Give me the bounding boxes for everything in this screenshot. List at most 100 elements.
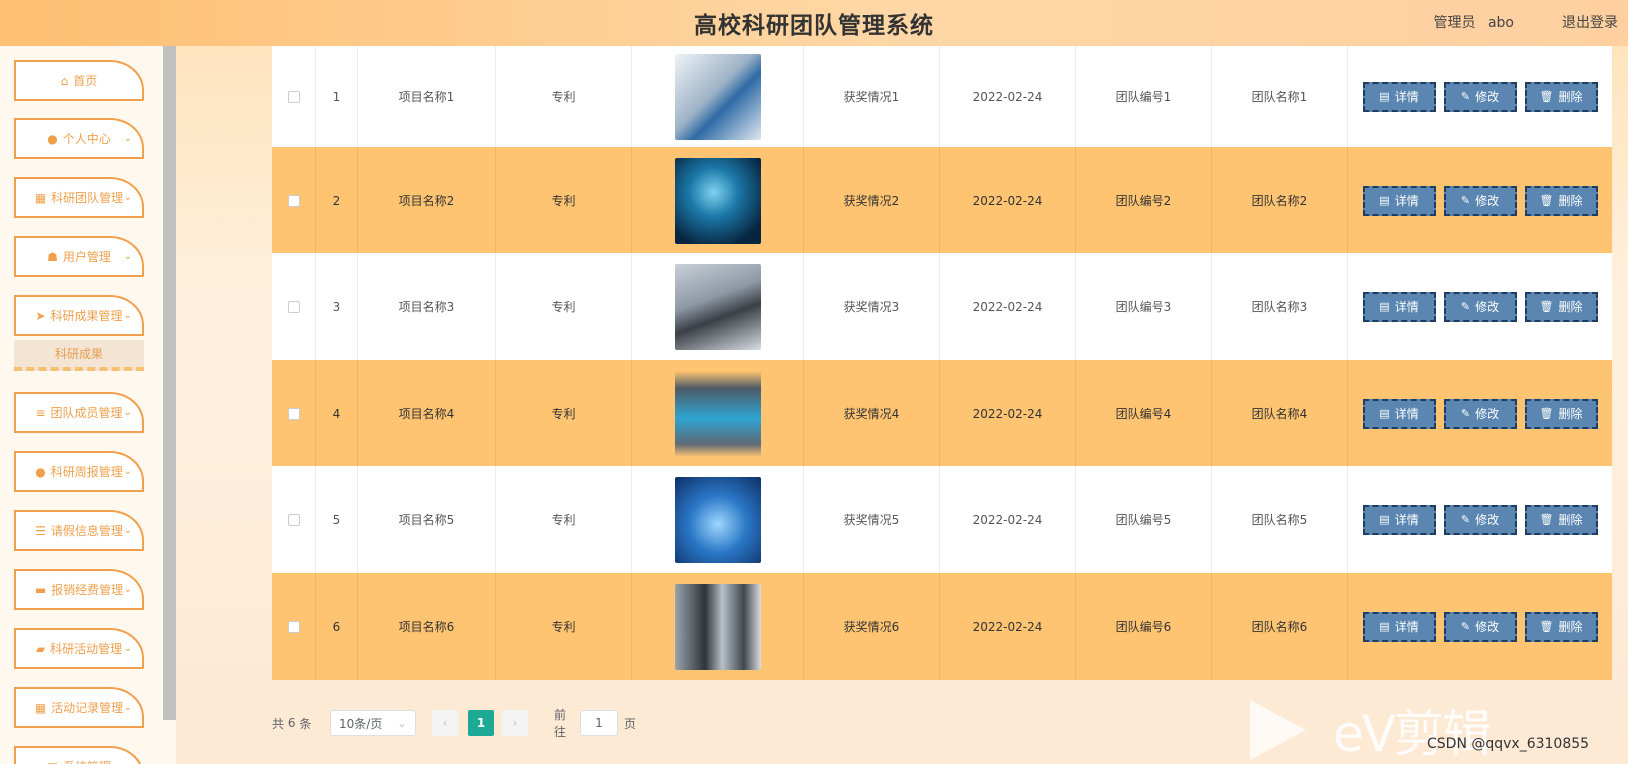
actions-cell: ▤ 详情 ✎ 修改 🗑 删除 [1348, 466, 1612, 573]
sidebar-item[interactable]: ≡ 团队成员管理 ⌄ [14, 392, 144, 433]
sidebar-item[interactable]: ▰ 科研活动管理 ⌄ [14, 628, 144, 669]
detail-button[interactable]: ▤ 详情 [1362, 398, 1436, 429]
goto-page-input[interactable]: 1 [580, 710, 618, 736]
document-icon: ▤ [1379, 194, 1390, 207]
chat-icon: ▰ [35, 641, 46, 656]
detail-button[interactable]: ▤ 详情 [1362, 291, 1436, 322]
project-image [674, 53, 761, 140]
sidebar-item-label: 科研周报管理 [50, 465, 123, 479]
sidebar-item-label: 科研活动管理 [50, 642, 123, 656]
page-number-current[interactable]: 1 [468, 710, 494, 736]
edit-button[interactable]: ✎ 修改 [1443, 185, 1517, 216]
document-icon: ▤ [1379, 90, 1390, 103]
detail-button-label: 详情 [1394, 407, 1419, 421]
sidebar-item[interactable]: ➤ 科研成果管理 ⌄ [14, 295, 144, 336]
sidebar-item[interactable]: ▬ 报销经费管理 ⌄ [14, 569, 144, 610]
sidebar-item[interactable]: ● 个人中心 ⌄ [14, 118, 144, 159]
row-checkbox[interactable] [287, 90, 300, 103]
sidebar-item[interactable]: ⌂ 首页 [14, 60, 144, 101]
delete-button[interactable]: 🗑 删除 [1524, 291, 1598, 322]
sidebar-item-label: 用户管理 [62, 250, 111, 264]
grid-icon: ▦ [34, 190, 47, 205]
row-checkbox[interactable] [287, 513, 300, 526]
next-page-button[interactable]: › [502, 710, 528, 736]
watermark-text: eV剪辑 [1333, 705, 1492, 763]
image-cell [632, 46, 804, 147]
list-icon: ≡ [35, 405, 46, 420]
chevron-down-icon: ⌄ [123, 407, 132, 418]
delete-button-label: 删除 [1558, 194, 1583, 208]
select-cell [272, 573, 316, 680]
prev-page-button[interactable]: ‹ [432, 710, 458, 736]
cell-date: 2022-02-24 [940, 253, 1076, 360]
page-size-select[interactable]: 10条/页 ⌄ [330, 710, 416, 736]
document-icon: ▤ [1379, 300, 1390, 313]
table-row: 5 项目名称5 专利 获奖情况5 2022-02-24 团队编号5 团队名称5 ▤ 详情 ✎ 修改 🗑… [272, 466, 1612, 573]
cell-type: 专利 [496, 46, 632, 147]
cell-type: 专利 [496, 573, 632, 680]
cell-name: 项目名称6 [358, 573, 496, 680]
sidebar-item[interactable]: ☰ 请假信息管理 ⌄ [14, 510, 144, 551]
edit-icon: ✎ [1460, 194, 1471, 207]
chevron-down-icon: ⌄ [123, 133, 132, 144]
username: abo [1487, 15, 1514, 31]
sidebar-item[interactable]: ▦ 活动记录管理 ⌄ [14, 687, 144, 728]
detail-button[interactable]: ▤ 详情 [1362, 81, 1436, 112]
detail-button[interactable]: ▤ 详情 [1362, 504, 1436, 535]
detail-button[interactable]: ▤ 详情 [1362, 185, 1436, 216]
submenu-item-research-results[interactable]: 科研成果 [14, 340, 144, 371]
edit-icon: ✎ [1460, 90, 1471, 103]
detail-button[interactable]: ▤ 详情 [1362, 611, 1436, 642]
select-cell [272, 147, 316, 254]
delete-button[interactable]: 🗑 删除 [1524, 504, 1598, 535]
cell-index: 1 [316, 46, 358, 147]
edit-button[interactable]: ✎ 修改 [1443, 398, 1517, 429]
cell-team-name: 团队名称2 [1212, 147, 1348, 254]
ticket-icon: ▬ [34, 582, 47, 597]
sidebar-item[interactable]: ▦ 科研团队管理 ⌄ [14, 177, 144, 218]
delete-button[interactable]: 🗑 删除 [1524, 611, 1598, 642]
cell-team-no: 团队编号2 [1076, 147, 1212, 254]
edit-button[interactable]: ✎ 修改 [1443, 81, 1517, 112]
sidebar-item[interactable]: ▦系统管理⌄ [14, 746, 144, 764]
row-checkbox[interactable] [287, 194, 300, 207]
cell-award: 获奖情况5 [804, 466, 940, 573]
edit-button[interactable]: ✎ 修改 [1443, 611, 1517, 642]
cell-date: 2022-02-24 [940, 147, 1076, 254]
edit-button-label: 修改 [1475, 90, 1500, 104]
goto-suffix: 页 [624, 716, 637, 731]
chevron-down-icon: ⌄ [123, 192, 132, 203]
delete-button[interactable]: 🗑 删除 [1524, 398, 1598, 429]
edit-button[interactable]: ✎ 修改 [1443, 291, 1517, 322]
sidebar-scrollbar[interactable] [163, 46, 176, 720]
sidebar-item-label: 活动记录管理 [51, 701, 124, 715]
sidebar-item-label: 请假信息管理 [50, 524, 123, 538]
table-row: 4 项目名称4 专利 获奖情况4 2022-02-24 团队编号4 团队名称4 ▤ 详情 ✎ 修改 🗑… [272, 360, 1612, 467]
row-checkbox[interactable] [287, 620, 300, 633]
delete-button[interactable]: 🗑 删除 [1524, 81, 1598, 112]
play-logo-icon [1250, 700, 1306, 760]
edit-icon: ✎ [1460, 513, 1471, 526]
document-icon: ▤ [1379, 407, 1390, 420]
sidebar-item[interactable]: ● 科研周报管理 ⌄ [14, 451, 144, 492]
cell-date: 2022-02-24 [940, 573, 1076, 680]
delete-button[interactable]: 🗑 删除 [1524, 185, 1598, 216]
row-checkbox[interactable] [287, 407, 300, 420]
project-image [674, 583, 761, 670]
sidebar-item-label: 个人中心 [62, 132, 111, 146]
sidebar-item[interactable]: ☗ 用户管理 ⌄ [14, 236, 144, 277]
cell-type: 专利 [496, 147, 632, 254]
actions-cell: ▤ 详情 ✎ 修改 🗑 删除 [1348, 46, 1612, 147]
edit-button-label: 修改 [1475, 194, 1500, 208]
cell-name: 项目名称3 [358, 253, 496, 360]
project-image [674, 476, 761, 563]
data-table: 1 项目名称1 专利 获奖情况1 2022-02-24 团队编号1 团队名称1 ▤ 详情 ✎ 修改 🗑… [272, 46, 1612, 704]
cell-award: 获奖情况3 [804, 253, 940, 360]
sidebar-item-label: 科研团队管理 [51, 191, 124, 205]
row-checkbox[interactable] [287, 300, 300, 313]
logout-link[interactable]: 退出登录 [1562, 12, 1618, 32]
project-image [674, 263, 761, 350]
edit-button[interactable]: ✎ 修改 [1443, 504, 1517, 535]
cell-award: 获奖情况1 [804, 46, 940, 147]
chevron-down-icon: ⌄ [123, 643, 132, 654]
